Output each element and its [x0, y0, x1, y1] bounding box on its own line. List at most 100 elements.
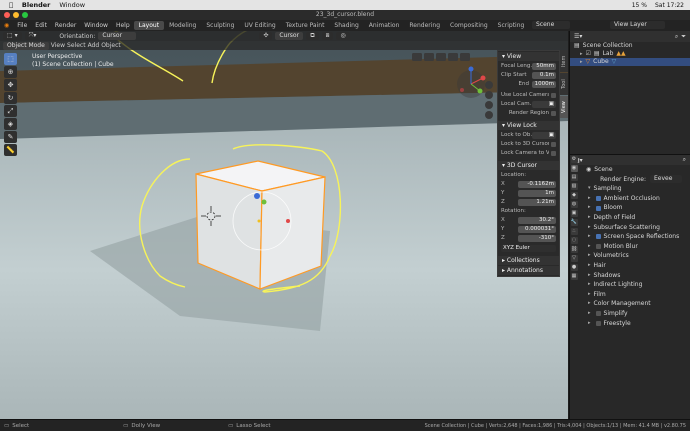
menu-add[interactable]: Add [88, 42, 100, 49]
gizmo-center[interactable] [257, 219, 261, 223]
focal-length-field[interactable]: 50mm [532, 62, 556, 70]
menu-view[interactable]: View [51, 42, 65, 49]
panel-shadows[interactable]: ▸ Shadows [570, 271, 690, 281]
lock-to-object-field[interactable]: ▣ [532, 131, 556, 139]
minimize-window-icon[interactable] [13, 12, 19, 18]
panel-motion-blur[interactable]: ▸ Motion Blur [570, 242, 690, 252]
view-panel-header[interactable]: ▾ View [498, 52, 559, 61]
render-region-row[interactable]: Render Region [498, 109, 559, 117]
motion-blur-checkbox[interactable] [595, 244, 601, 250]
panel-volumetrics[interactable]: ▸ Volumetrics [570, 251, 690, 261]
transform-tool-icon[interactable]: ◈ [4, 118, 17, 130]
overlay-header-icons[interactable] [412, 53, 470, 61]
cursor-rotation-z[interactable]: -310° [518, 234, 556, 242]
particles-tab-icon[interactable]: ∴ [570, 228, 578, 235]
tab-animation[interactable]: Animation [364, 21, 405, 30]
tab-view[interactable]: View [560, 96, 568, 118]
tab-shading[interactable]: Shading [329, 21, 363, 30]
lock-camera-checkbox[interactable] [551, 150, 556, 156]
view-lock-header[interactable]: ▾ View Lock [498, 121, 559, 130]
world-tab-icon[interactable]: ◍ [570, 201, 578, 208]
properties-search-icon[interactable]: ⌕ [683, 156, 686, 164]
render-region-checkbox[interactable] [551, 110, 556, 116]
output-tab-icon[interactable]: ▤ [570, 174, 578, 181]
tab-scripting[interactable]: Scripting [493, 21, 530, 30]
scene-selector[interactable]: Scene [532, 21, 570, 29]
modifier-tab-icon[interactable]: 🔧 [570, 219, 578, 226]
orientation-dropdown[interactable]: Cursor [98, 32, 137, 40]
snap-icon[interactable]: ⧉ [306, 32, 319, 40]
outliner-item-cube[interactable]: ▸ ▽ Cube ▽ [570, 58, 690, 66]
tab-modeling[interactable]: Modeling [164, 21, 201, 30]
clip-start-field[interactable]: 0.1m [532, 71, 556, 79]
editor-type-button[interactable]: ⬚ ▾ [3, 32, 22, 40]
menu-render[interactable]: Render [51, 22, 80, 29]
expand-chevron-icon[interactable]: ▸ [580, 58, 583, 66]
cursor-location-x[interactable]: -0.1162m [518, 180, 556, 188]
cursor-tool-icon[interactable]: ⊕ [4, 66, 17, 78]
rotation-mode-dropdown[interactable]: XYZ Euler [501, 244, 556, 252]
ssr-checkbox[interactable] [595, 234, 601, 240]
collections-header[interactable]: ▸ Collections [498, 256, 559, 265]
outliner-item-scene-collection[interactable]: ▤ Scene Collection [570, 42, 690, 50]
menu-window[interactable]: Window [80, 22, 112, 29]
simplify-checkbox[interactable] [595, 311, 601, 317]
panel-subsurface-scattering[interactable]: ▸ Subsurface Scattering [570, 223, 690, 233]
view-layer-tab-icon[interactable]: ▧ [570, 183, 578, 190]
texture-tab-icon[interactable]: ▦ [570, 273, 578, 280]
menu-edit[interactable]: Edit [31, 22, 51, 29]
data-tab-icon[interactable]: ▽ [570, 255, 578, 262]
freestyle-checkbox[interactable] [595, 320, 601, 326]
lock-to-cursor-checkbox[interactable] [551, 141, 556, 147]
gizmo-y-handle[interactable] [261, 199, 267, 205]
apple-icon[interactable]:  [9, 1, 13, 9]
tool-tab-icon[interactable]: ⚙ [570, 156, 578, 163]
physics-tab-icon[interactable]: ◌ [570, 237, 578, 244]
panel-screen-space-reflections[interactable]: ▸ Screen Space Reflections [570, 232, 690, 242]
snap-settings-icon[interactable]: ⧈ [321, 32, 334, 40]
mode-dropdown[interactable]: Object Mode [3, 41, 49, 50]
mac-app-name[interactable]: Blender [22, 1, 51, 9]
tab-tool[interactable]: Tool [560, 73, 568, 95]
outliner-search-icon[interactable]: ⌕ [675, 33, 678, 41]
clip-end-field[interactable]: 1000m [532, 80, 556, 88]
view-layer-selector[interactable]: View Layer [610, 21, 665, 29]
cursor-location-y[interactable]: 1m [518, 189, 556, 197]
close-window-icon[interactable] [4, 12, 10, 18]
use-local-camera-row[interactable]: Use Local Camera [498, 91, 559, 99]
panel-film[interactable]: ▸ Film [570, 290, 690, 300]
tab-item[interactable]: Item [560, 50, 568, 72]
tab-compositing[interactable]: Compositing [445, 21, 493, 30]
render-tab-icon[interactable]: ◉ [570, 165, 578, 172]
blender-logo-icon[interactable]: ◉ [0, 22, 13, 29]
tab-texture-paint[interactable]: Texture Paint [281, 21, 330, 30]
clock[interactable]: Sat 17:22 [655, 2, 684, 9]
menu-object[interactable]: Object [101, 42, 121, 49]
scale-tool-icon[interactable]: ⤢ [4, 105, 17, 117]
cursor-rotation-x[interactable]: 30.2° [518, 216, 556, 224]
menu-select[interactable]: Select [67, 42, 86, 49]
cursor-location-z[interactable]: 1.21m [518, 198, 556, 206]
outliner-item-lab[interactable]: ▸ ☑ ▤ Lab ▲▲ [570, 50, 690, 58]
panel-freestyle[interactable]: ▸ Freestyle [570, 319, 690, 329]
gizmo-x-handle[interactable] [286, 219, 290, 223]
panel-indirect-lighting[interactable]: ▸ Indirect Lighting [570, 280, 690, 290]
lock-camera-row[interactable]: Lock Camera to View [498, 149, 559, 157]
checkbox-icon[interactable]: ☑ [586, 50, 591, 58]
mac-window-menu[interactable]: Window [59, 1, 85, 9]
expand-chevron-icon[interactable]: ▸ [580, 50, 583, 58]
menu-file[interactable]: File [13, 22, 31, 29]
transform-orientation-icon[interactable]: ⤧▾ [24, 32, 41, 40]
panel-sampling[interactable]: ▾ Sampling [570, 184, 690, 194]
tab-layout[interactable]: Layout [133, 21, 165, 30]
cursor-rotation-y[interactable]: 0.000031° [518, 225, 556, 233]
panel-bloom[interactable]: ▸ Bloom [570, 203, 690, 213]
panel-depth-of-field[interactable]: ▸ Depth of Field [570, 213, 690, 223]
annotate-tool-icon[interactable]: ✎ [4, 131, 17, 143]
filter-icon[interactable]: ⏷ [681, 33, 686, 41]
battery-status[interactable]: 15 % [632, 2, 647, 9]
3d-cursor-header[interactable]: ▾ 3D Cursor [498, 161, 559, 170]
object-tab-icon[interactable]: ▣ [570, 210, 578, 217]
panel-hair[interactable]: ▸ Hair [570, 261, 690, 271]
zoom-window-icon[interactable] [22, 12, 28, 18]
